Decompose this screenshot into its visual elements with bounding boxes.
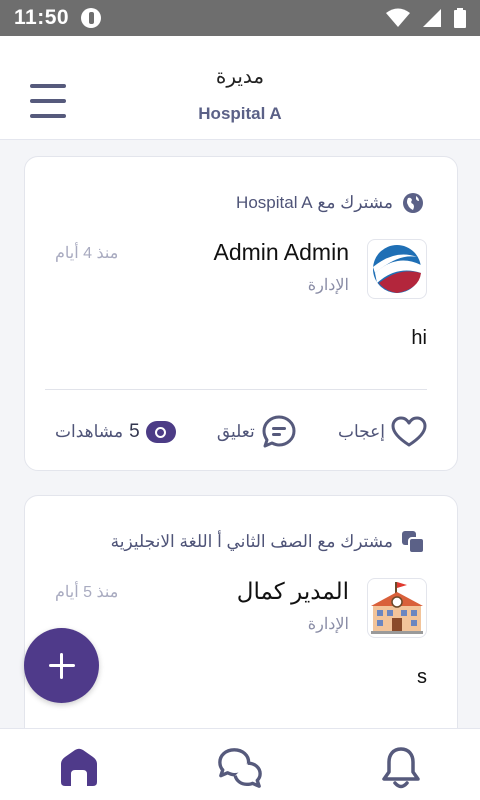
post-time: منذ 4 أيام: [55, 245, 119, 262]
page-subtitle: Hospital A: [198, 104, 282, 123]
nav-notifications[interactable]: [378, 745, 424, 791]
post-body: hi: [411, 327, 427, 349]
author-name[interactable]: المدير كمال: [237, 578, 349, 605]
chat-icon: [218, 748, 262, 788]
nav-chat[interactable]: [217, 745, 263, 791]
hospital-logo: [373, 245, 421, 293]
author-avatar[interactable]: [367, 239, 427, 299]
post-actions: إعجاب تعليق 5 مشاهدات: [55, 415, 427, 449]
post-card[interactable]: مشترك مع الصف الثاني أ اللغة الانجليزية …: [24, 495, 458, 728]
wifi-icon: [386, 8, 410, 27]
status-icons: [386, 8, 466, 28]
class-copy-icon: [401, 530, 425, 554]
battery-icon: [454, 8, 466, 28]
notification-app-icon: [81, 8, 102, 28]
divider: [45, 389, 427, 390]
views-count: 5: [129, 421, 140, 442]
post-card[interactable]: مشترك مع Hospital A Admin Admin الإدارة …: [24, 156, 458, 471]
school-building-icon: [371, 582, 423, 634]
create-post-button[interactable]: [24, 628, 99, 703]
home-icon: [61, 748, 97, 786]
app-header: مديرة Hospital A: [0, 36, 480, 140]
comment-icon: [262, 415, 296, 448]
comment-label: تعليق: [216, 422, 255, 441]
bottom-nav: [0, 728, 480, 800]
shared-with-text: مشترك مع الصف الثاني أ اللغة الانجليزية: [110, 532, 393, 551]
comment-button[interactable]: تعليق: [217, 414, 297, 450]
author-role: الإدارة: [307, 277, 349, 294]
author-name[interactable]: Admin Admin: [213, 239, 349, 266]
signal-icon: [423, 9, 441, 27]
shared-with-row: مشترك مع Hospital A: [236, 191, 425, 215]
bell-icon: [382, 747, 420, 789]
author-avatar[interactable]: [367, 578, 427, 638]
eye-icon: [145, 421, 176, 443]
author-role: الإدارة: [307, 616, 349, 633]
like-label: إعجاب: [337, 422, 385, 441]
views-counter: 5 مشاهدات: [55, 421, 176, 443]
page-title: مديرة: [215, 64, 265, 88]
views-label: مشاهدات: [55, 422, 124, 441]
status-time: 11:50: [14, 6, 70, 29]
shared-with-row: مشترك مع الصف الثاني أ اللغة الانجليزية: [111, 530, 425, 554]
heart-icon: [391, 416, 427, 447]
globe-icon: [401, 191, 425, 215]
post-time: منذ 5 أيام: [55, 584, 119, 601]
post-body: s: [417, 666, 427, 688]
nav-home[interactable]: [56, 745, 102, 791]
shared-with-text: مشترك مع Hospital A: [236, 193, 393, 212]
status-bar: 11:50: [0, 0, 480, 36]
like-button[interactable]: إعجاب: [338, 416, 427, 448]
